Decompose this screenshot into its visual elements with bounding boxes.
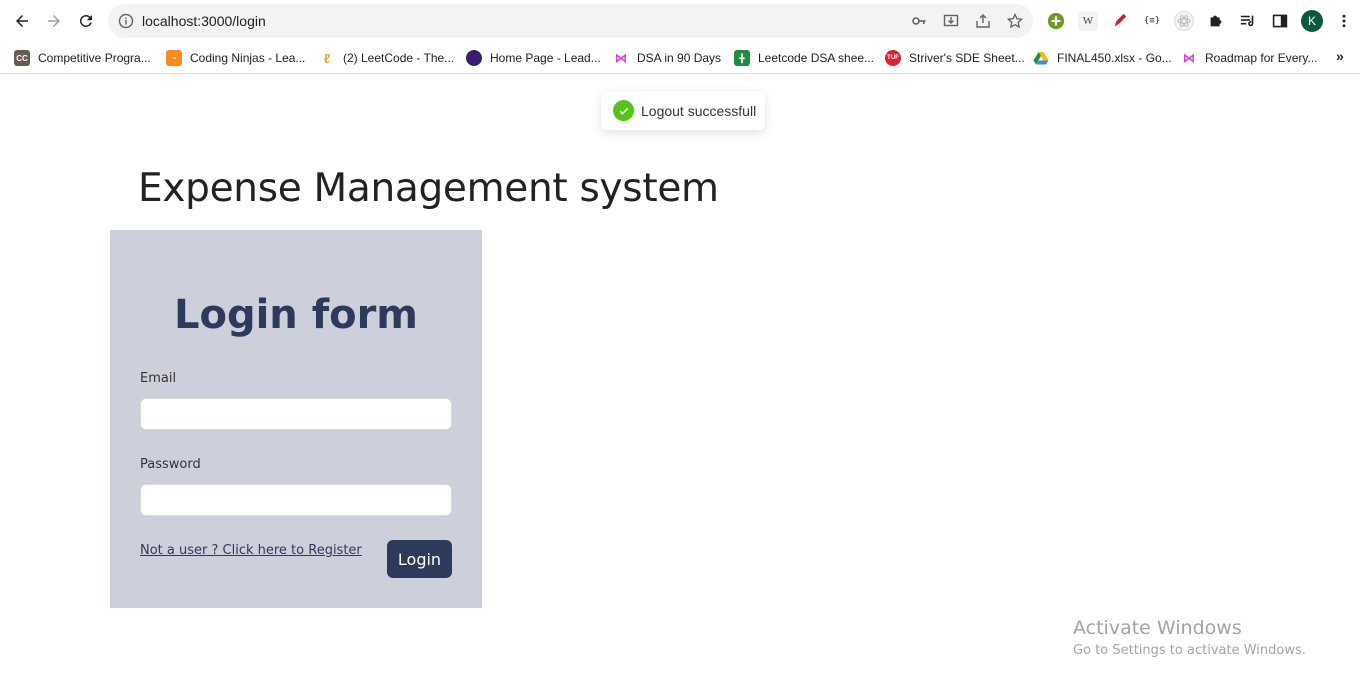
logout-toast: Logout successfull bbox=[601, 91, 765, 130]
bookmark-final450[interactable]: FINAL450.xlsx - Go... bbox=[1033, 49, 1172, 67]
success-check-icon bbox=[613, 100, 634, 121]
bookmark-home-page[interactable]: Home Page - Lead... bbox=[466, 49, 601, 67]
reading-list-icon[interactable] bbox=[1238, 11, 1258, 31]
reload-button[interactable] bbox=[74, 9, 98, 33]
roadmap-icon: ⋈ bbox=[1183, 51, 1195, 65]
back-button[interactable] bbox=[10, 9, 34, 33]
extensions-puzzle-icon[interactable] bbox=[1206, 11, 1226, 31]
cc-icon: CC bbox=[14, 50, 30, 66]
sheets-icon: ╋ bbox=[734, 50, 750, 66]
watermark-title: Activate Windows bbox=[1073, 617, 1242, 639]
login-form: Login form Email Password Not a user ? C… bbox=[110, 230, 482, 608]
register-link[interactable]: Not a user ? Click here to Register bbox=[140, 543, 362, 558]
extension-green-plus-icon[interactable] bbox=[1046, 11, 1066, 31]
key-icon[interactable] bbox=[911, 13, 927, 29]
browser-menu-icon[interactable] bbox=[1334, 11, 1354, 31]
wikipedia-extension-icon[interactable]: W bbox=[1078, 11, 1098, 31]
bookmark-label: (2) LeetCode - The... bbox=[343, 51, 455, 65]
bookmark-coding-ninjas[interactable]: ◔ Coding Ninjas - Lea... bbox=[166, 49, 305, 67]
bookmark-label: FINAL450.xlsx - Go... bbox=[1057, 51, 1172, 65]
bookmark-competitive-programming[interactable]: CC Competitive Progra... bbox=[14, 49, 151, 67]
email-field[interactable] bbox=[140, 398, 452, 430]
bookmark-label: Roadmap for Every... bbox=[1205, 51, 1318, 65]
drive-icon bbox=[1033, 50, 1049, 66]
forward-button[interactable] bbox=[42, 9, 66, 33]
login-button[interactable]: Login bbox=[387, 540, 452, 578]
coding-ninjas-icon: ◔ bbox=[166, 50, 182, 66]
url-text: localhost:3000/login bbox=[142, 13, 266, 29]
bookmark-leetcode[interactable]: ℓ (2) LeetCode - The... bbox=[319, 49, 454, 67]
bookmark-strivers-sde-sheet[interactable]: TUF Striver's SDE Sheet... bbox=[885, 49, 1025, 67]
password-field[interactable] bbox=[140, 484, 452, 516]
bookmark-star-icon[interactable] bbox=[1007, 13, 1023, 29]
form-title: Login form bbox=[173, 292, 418, 338]
react-devtools-icon[interactable] bbox=[1174, 11, 1194, 31]
bookmarks-bar: CC Competitive Progra... ◔ Coding Ninjas… bbox=[0, 42, 1360, 74]
bookmark-label: Home Page - Lead... bbox=[490, 51, 601, 65]
json-extension-icon[interactable]: {≡} bbox=[1142, 11, 1162, 31]
share-icon[interactable] bbox=[975, 13, 991, 29]
leetcode-icon: ℓ bbox=[323, 50, 331, 66]
browser-toolbar: localhost:3000/login W {≡} K bbox=[0, 0, 1360, 42]
dsa-icon: ⋈ bbox=[615, 51, 627, 65]
forward-arrow-icon bbox=[48, 15, 60, 27]
tuf-icon: TUF bbox=[885, 50, 901, 66]
email-label: Email bbox=[140, 371, 177, 386]
windows-activation-watermark: Activate Windows Go to Settings to activ… bbox=[1073, 617, 1306, 658]
watermark-subtitle: Go to Settings to activate Windows. bbox=[1073, 643, 1306, 658]
home-page-icon bbox=[466, 50, 482, 66]
password-label: Password bbox=[140, 457, 201, 472]
page-title: Expense Management system bbox=[138, 166, 719, 211]
site-info-icon[interactable] bbox=[118, 13, 134, 29]
reload-icon bbox=[79, 14, 92, 27]
bookmark-label: Competitive Progra... bbox=[38, 51, 151, 65]
address-bar[interactable]: localhost:3000/login bbox=[108, 4, 1033, 38]
bookmark-label: Leetcode DSA shee... bbox=[758, 51, 875, 65]
bookmark-label: Striver's SDE Sheet... bbox=[909, 51, 1025, 65]
bookmark-label: Coding Ninjas - Lea... bbox=[190, 51, 306, 65]
bookmarks-overflow-chevron-icon[interactable]: » bbox=[1336, 48, 1344, 64]
bookmark-dsa-90-days[interactable]: ⋈ DSA in 90 Days bbox=[613, 49, 721, 67]
install-icon[interactable] bbox=[943, 13, 959, 29]
toast-message: Logout successfull bbox=[641, 103, 757, 119]
bookmark-leetcode-dsa-sheet[interactable]: ╋ Leetcode DSA shee... bbox=[734, 49, 874, 67]
back-arrow-icon bbox=[16, 15, 28, 27]
pen-extension-icon[interactable] bbox=[1110, 11, 1130, 31]
side-panel-icon[interactable] bbox=[1270, 11, 1290, 31]
bookmark-label: DSA in 90 Days bbox=[637, 51, 722, 65]
profile-avatar[interactable]: K bbox=[1301, 10, 1323, 32]
bookmark-roadmap[interactable]: ⋈ Roadmap for Every... bbox=[1181, 49, 1318, 67]
